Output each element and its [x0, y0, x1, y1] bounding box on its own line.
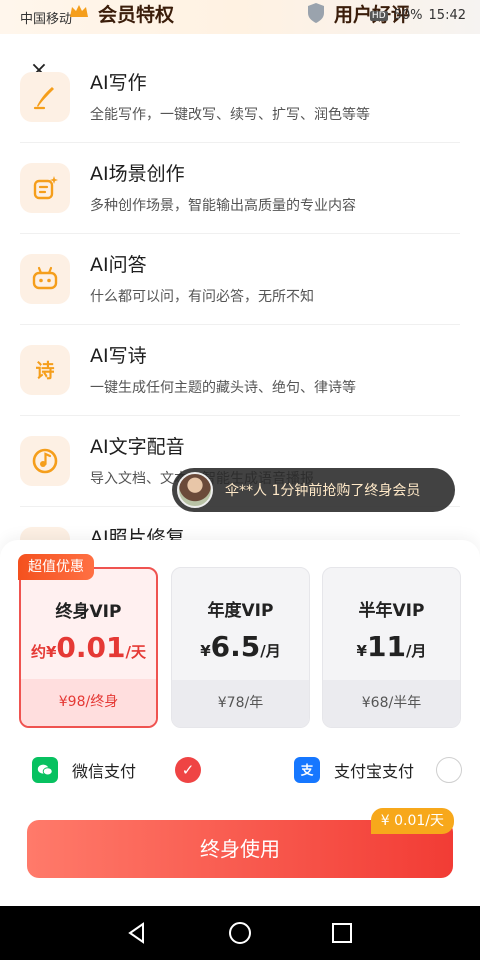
header-tab-privileges[interactable]: 会员特权	[98, 0, 174, 27]
avatar	[177, 472, 213, 508]
price-prefix: ¥	[356, 642, 367, 660]
price-tag-badge: ¥ 0.01/天	[370, 808, 454, 834]
status-bar: 中国移动 会员特权 用户好评 HD 50% 15:42	[0, 0, 480, 34]
feature-title: AI场景创作	[90, 163, 185, 185]
hd-badge: HD	[369, 10, 388, 21]
price-prefix: ¥	[200, 642, 211, 660]
recents-icon[interactable]	[329, 920, 355, 946]
feature-list: AI写作 全能写作，一键改写、续写、扩写、润色等等 AI场景创作 多种创作场景，…	[0, 52, 480, 598]
feature-item-ai-poem[interactable]: 诗 AI写诗 一键生成任何主题的藏头诗、绝句、律诗等	[20, 325, 460, 416]
feature-desc: 什么都可以问，有问必答，无所不知	[90, 289, 314, 305]
alipay-icon: 支	[294, 757, 320, 783]
status-right: HD 50% 15:42	[369, 8, 466, 23]
feature-desc: 全能写作，一键改写、续写、扩写、润色等等	[90, 107, 370, 123]
pay-label: 微信支付	[72, 762, 137, 781]
feature-desc: 多种创作场景，智能输出高质量的专业内容	[90, 198, 356, 214]
plan-price: ¥11/月	[323, 630, 460, 663]
pay-option-alipay[interactable]: 支 支付宝支付	[294, 755, 414, 785]
price-value: 0.01	[56, 631, 126, 664]
feature-title: AI写诗	[90, 345, 147, 367]
plan-card-yearly[interactable]: 年度VIP ¥6.5/月 ¥78/年	[171, 567, 310, 728]
plan-card-lifetime[interactable]: 终身VIP 约¥0.01/天 ¥98/终身	[19, 567, 158, 728]
clock: 15:42	[428, 8, 466, 23]
plan-card-halfyear[interactable]: 半年VIP ¥11/月 ¥68/半年	[322, 567, 461, 728]
feature-title: AI写作	[90, 72, 147, 94]
price-unit: /月	[260, 642, 281, 660]
pay-label: 支付宝支付	[334, 762, 415, 781]
home-icon[interactable]	[227, 920, 253, 946]
toast-text: 伞**人 1分钟前抢购了终身会员	[225, 483, 421, 499]
carrier-label: 中国移动	[20, 12, 73, 27]
back-icon[interactable]	[124, 920, 150, 946]
plan-price: ¥6.5/月	[172, 630, 309, 663]
purchase-sheet: 超值优惠 终身VIP 约¥0.01/天 ¥98/终身 年度VIP ¥6.5/月 …	[0, 540, 480, 906]
shield-icon	[308, 3, 324, 23]
feature-item-ai-scene[interactable]: AI场景创作 多种创作场景，智能输出高质量的专业内容	[20, 143, 460, 234]
feature-title: AI问答	[90, 254, 147, 276]
plan-name: 终身VIP	[55, 602, 122, 622]
price-unit: /天	[125, 643, 146, 661]
svg-text:支: 支	[301, 763, 314, 778]
feature-item-ai-qa[interactable]: AI问答 什么都可以问，有问必答，无所不知	[20, 234, 460, 325]
price-value: 11	[366, 630, 406, 663]
pen-icon	[20, 72, 70, 122]
wechat-icon	[32, 757, 58, 783]
price-prefix: 约¥	[30, 643, 57, 661]
pay-option-wechat[interactable]: 微信支付	[32, 755, 136, 785]
crown-icon	[70, 5, 88, 17]
navigation-bar	[0, 906, 480, 960]
svg-text:诗: 诗	[35, 360, 54, 382]
feature-item-ai-writing[interactable]: AI写作 全能写作，一键改写、续写、扩写、润色等等	[20, 52, 460, 143]
promo-badge: 超值优惠	[18, 554, 94, 580]
plan-footer: ¥68/半年	[323, 680, 460, 727]
plan-footer: ¥98/终身	[21, 679, 156, 726]
radio-alipay[interactable]	[436, 757, 462, 783]
plan-footer: ¥78/年	[172, 680, 309, 727]
plan-name: 半年VIP	[358, 601, 425, 621]
radio-wechat-selected[interactable]: ✓	[175, 757, 201, 783]
poem-icon: 诗	[20, 345, 70, 395]
music-disc-icon	[20, 436, 70, 486]
purchase-toast: 伞**人 1分钟前抢购了终身会员	[172, 468, 455, 512]
price-unit: /月	[405, 642, 427, 660]
sparkle-doc-icon	[20, 163, 70, 213]
feature-desc: 一键生成任何主题的藏头诗、绝句、律诗等	[90, 380, 356, 396]
plan-name: 年度VIP	[207, 601, 274, 621]
price-value: 6.5	[210, 630, 261, 663]
plan-price: 约¥0.01/天	[21, 631, 156, 664]
chat-bot-icon	[20, 254, 70, 304]
battery-label: 50%	[393, 8, 423, 23]
feature-title: AI文字配音	[90, 436, 185, 458]
